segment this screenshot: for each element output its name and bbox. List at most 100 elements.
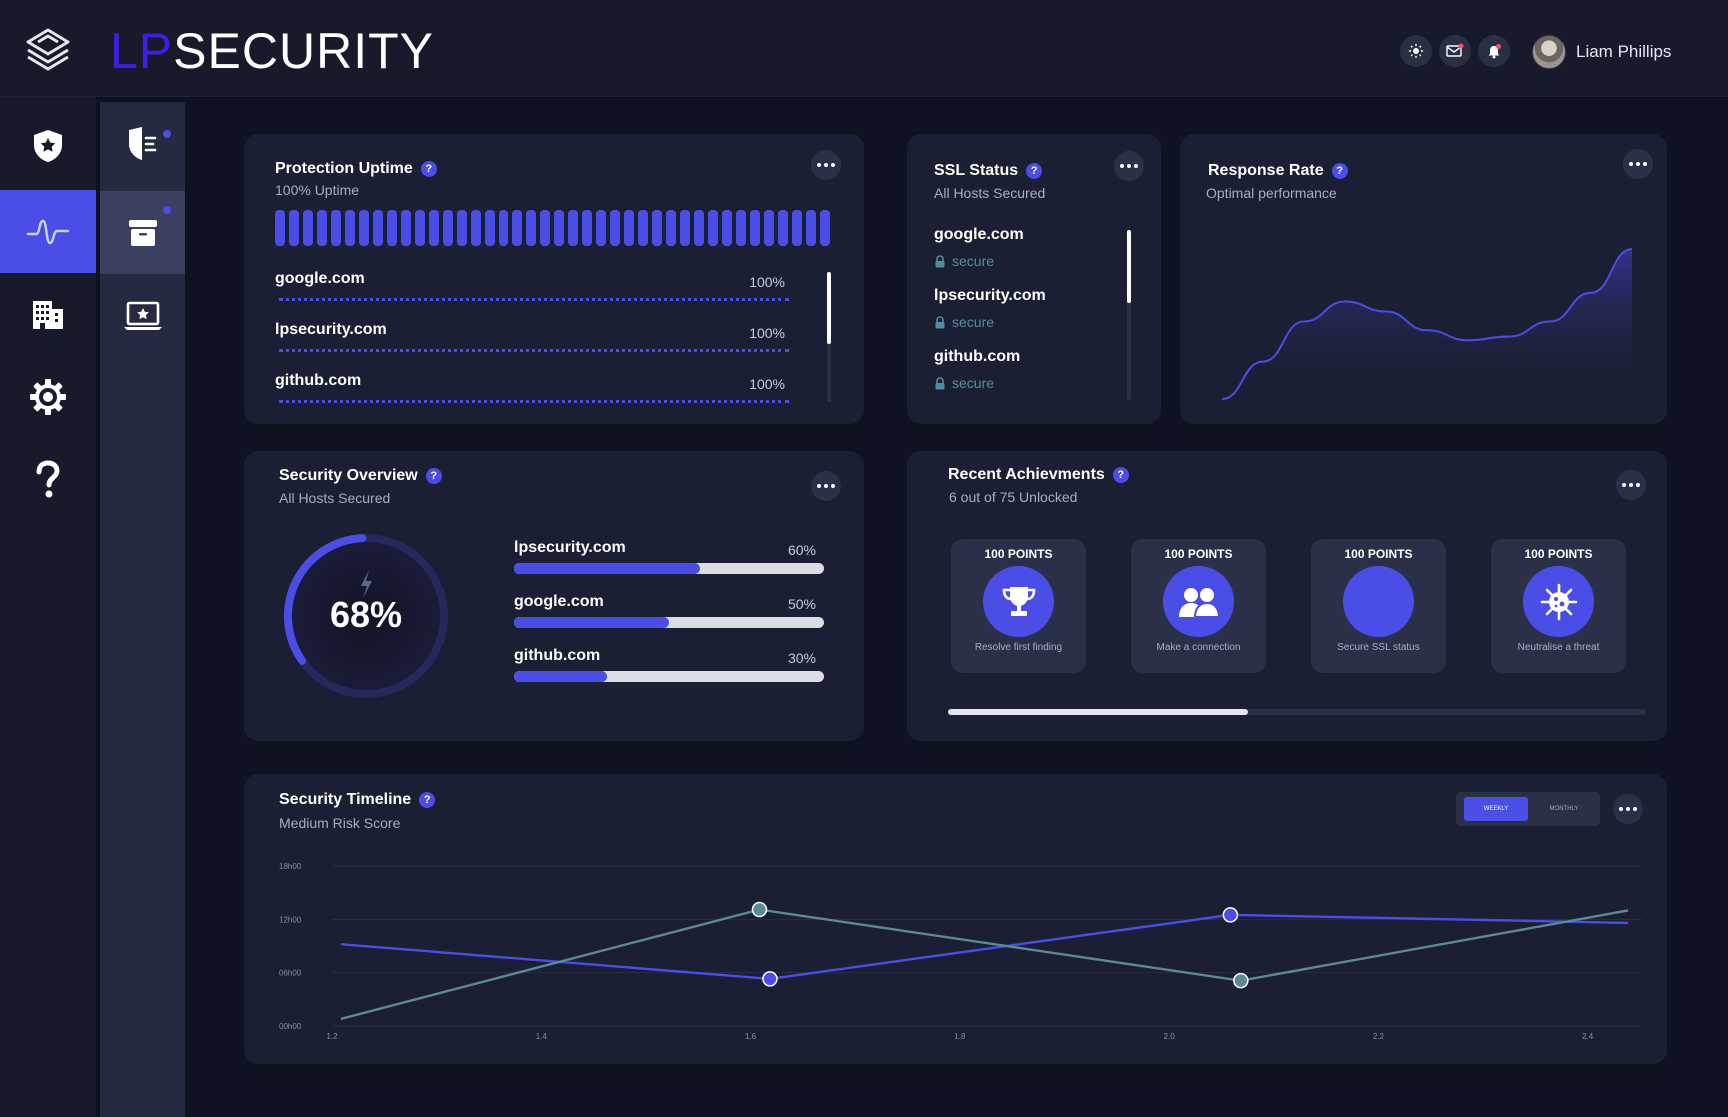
uptime-bar bbox=[470, 210, 481, 246]
mail-icon bbox=[1446, 43, 1464, 57]
data-point[interactable] bbox=[751, 901, 768, 918]
progress-fill bbox=[514, 563, 700, 574]
shield-list-icon bbox=[128, 126, 156, 160]
nav-buildings[interactable] bbox=[0, 272, 96, 355]
overview-title: Security Overview bbox=[279, 467, 418, 484]
dotted-divider bbox=[279, 349, 789, 352]
uptime-bar bbox=[680, 210, 691, 246]
more-options-button[interactable] bbox=[811, 471, 841, 501]
archive-icon bbox=[128, 219, 157, 246]
user-name: Liam Phillips bbox=[1576, 42, 1672, 61]
host-progress: google.com 50% bbox=[514, 593, 824, 628]
host-name: lpsecurity.com bbox=[514, 539, 626, 556]
help-icon[interactable]: ? bbox=[425, 468, 442, 484]
messages-button[interactable] bbox=[1439, 35, 1471, 67]
achievement-card[interactable]: 100 POINTS Make a connection bbox=[1131, 539, 1266, 673]
uptime-title: Protection Uptime bbox=[275, 160, 413, 177]
uptime-bar bbox=[694, 210, 705, 246]
achievement-label: Neutralise a threat bbox=[1517, 642, 1600, 653]
achievement-card[interactable]: 100 POINTS Secure SSL status bbox=[1311, 539, 1446, 673]
score-value: 68% bbox=[329, 594, 403, 635]
shield-star-icon bbox=[34, 129, 62, 162]
ssl-status-text: secure bbox=[952, 314, 995, 330]
ssl-state: secure bbox=[934, 253, 994, 269]
subnav-archive[interactable] bbox=[100, 191, 185, 274]
uptime-bar bbox=[791, 210, 802, 246]
nav-activity[interactable] bbox=[0, 190, 96, 273]
laptop-star-icon bbox=[123, 301, 162, 330]
scrollbar-thumb[interactable] bbox=[827, 272, 831, 344]
achievements-card: Recent Achievments ? 6 out of 75 Unlocke… bbox=[907, 451, 1667, 741]
uptime-bar bbox=[554, 210, 565, 246]
sun-icon bbox=[1409, 44, 1423, 58]
nav-shield[interactable] bbox=[0, 104, 96, 187]
subnav-shield-list[interactable] bbox=[100, 102, 185, 185]
uptime-bar bbox=[819, 210, 830, 246]
more-options-button[interactable] bbox=[1616, 470, 1646, 500]
achievement-card[interactable]: 100 POINTS Neutralise a threat bbox=[1491, 539, 1626, 673]
data-point[interactable] bbox=[762, 971, 778, 987]
achievement-points: 100 POINTS bbox=[984, 547, 1053, 561]
theme-toggle-button[interactable] bbox=[1400, 35, 1432, 67]
achievement-points: 100 POINTS bbox=[1524, 547, 1593, 561]
nav-help[interactable] bbox=[0, 438, 96, 521]
brand-lp: LP bbox=[110, 23, 174, 79]
card-title: Security Overview ? bbox=[279, 467, 442, 485]
subnav-laptop[interactable] bbox=[100, 274, 185, 357]
uptime-scrollbar[interactable] bbox=[827, 272, 831, 402]
uptime-bar bbox=[386, 210, 397, 246]
achievement-card[interactable]: 100 POINTS Resolve first finding bbox=[951, 539, 1086, 673]
uptime-bar bbox=[763, 210, 774, 246]
uptime-bar bbox=[610, 210, 621, 246]
nav-settings[interactable] bbox=[0, 355, 96, 438]
uptime-bars bbox=[275, 210, 830, 246]
uptime-bar bbox=[568, 210, 579, 246]
help-icon[interactable]: ? bbox=[1026, 163, 1043, 179]
ssl-scrollbar[interactable] bbox=[1127, 230, 1131, 400]
activity-wave-icon bbox=[26, 219, 70, 244]
series-line-1 bbox=[340, 908, 1629, 1021]
brand-rest: SECURITY bbox=[173, 23, 434, 79]
host-name: github.com bbox=[514, 647, 601, 664]
dotted-divider bbox=[279, 298, 789, 301]
dotted-divider bbox=[279, 400, 789, 403]
x-tick-label: 1.6 bbox=[745, 1032, 757, 1041]
data-point[interactable] bbox=[1222, 907, 1239, 923]
more-options-button[interactable] bbox=[811, 150, 841, 180]
host-pct: 50% bbox=[787, 596, 816, 612]
ssl-title: SSL Status bbox=[934, 162, 1019, 179]
scrollbar-thumb[interactable] bbox=[1127, 230, 1131, 303]
uptime-host: lpsecurity.com bbox=[275, 321, 387, 338]
more-options-button[interactable] bbox=[1114, 151, 1144, 181]
y-tick-label: 12h00 bbox=[279, 915, 302, 924]
more-options-button[interactable] bbox=[1623, 149, 1653, 179]
uptime-bar bbox=[316, 210, 327, 246]
virus-icon bbox=[1540, 583, 1577, 620]
overview-subtitle: All Hosts Secured bbox=[279, 490, 391, 506]
uptime-bar bbox=[358, 210, 369, 246]
help-icon[interactable]: ? bbox=[420, 161, 437, 177]
x-tick-label: 1.2 bbox=[326, 1032, 338, 1041]
help-icon[interactable]: ? bbox=[1112, 467, 1129, 483]
logo-icon[interactable] bbox=[24, 26, 72, 74]
uptime-bar bbox=[400, 210, 411, 246]
ssl-state: secure bbox=[934, 375, 994, 391]
y-tick-label: 00h00 bbox=[279, 1022, 302, 1031]
ssl-status-card: SSL Status ? All Hosts Secured google.co… bbox=[907, 134, 1161, 424]
uptime-bar bbox=[652, 210, 663, 246]
achievements-scrollbar[interactable] bbox=[948, 709, 1646, 715]
user-menu[interactable]: Liam Phillips bbox=[1532, 35, 1671, 69]
scrollbar-thumb[interactable] bbox=[948, 709, 1249, 715]
notifications-button[interactable] bbox=[1478, 35, 1510, 67]
lock-icon bbox=[935, 254, 945, 267]
uptime-bar bbox=[330, 210, 341, 246]
data-point[interactable] bbox=[1233, 972, 1249, 989]
gear-icon bbox=[30, 378, 66, 415]
progress-track bbox=[514, 563, 824, 574]
help-icon[interactable]: ? bbox=[1331, 163, 1348, 179]
uptime-bar bbox=[484, 210, 495, 246]
uptime-bar bbox=[708, 210, 718, 246]
uptime-bar bbox=[288, 210, 299, 246]
uptime-bar bbox=[372, 210, 383, 246]
secondary-sidebar bbox=[100, 102, 185, 1117]
